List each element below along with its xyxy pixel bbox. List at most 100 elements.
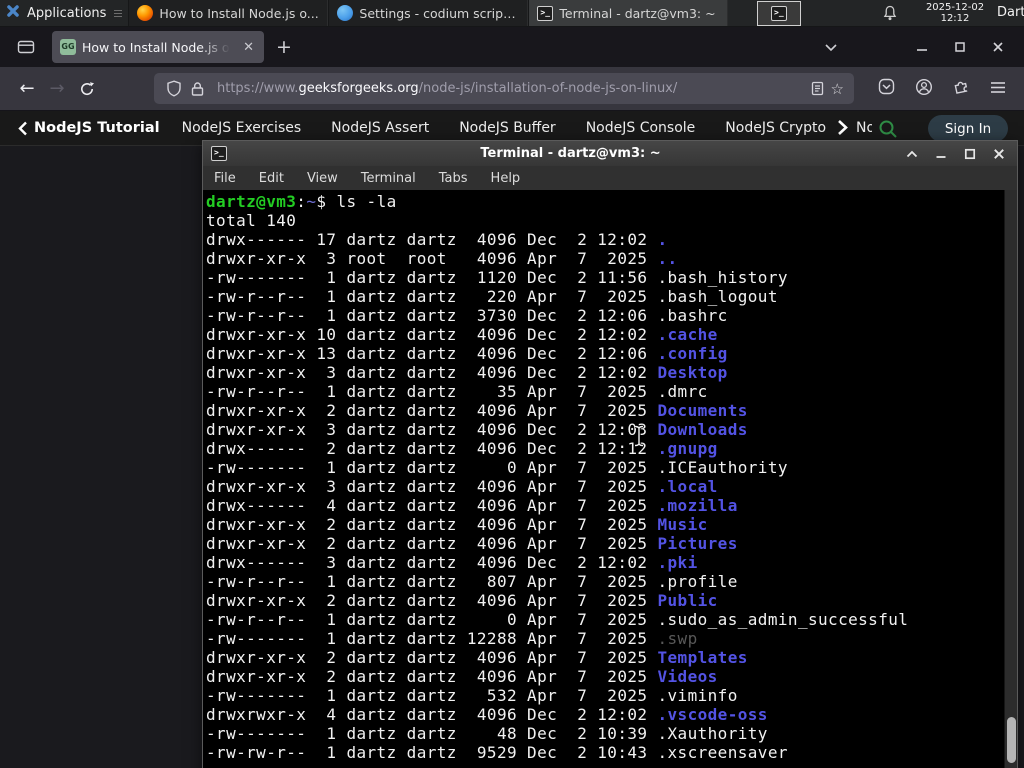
- terminal-scrollbar-thumb[interactable]: [1007, 717, 1016, 763]
- lock-icon[interactable]: [190, 81, 205, 97]
- url-path: /node-js/installation-of-node-js-on-linu…: [418, 81, 678, 96]
- tab-bar: GG How to Install Node.js on ✕ +: [0, 27, 1024, 67]
- file-listing-row: drwx------ 2 dartz dartz 4096 Dec 2 12:1…: [206, 439, 718, 458]
- file-listing-row: drwxr-xr-x 10 dartz dartz 4096 Dec 2 12:…: [206, 325, 718, 344]
- file-name: Downloads: [657, 420, 748, 439]
- terminal-icon: >_: [537, 5, 554, 21]
- bookmark-star-icon[interactable]: ☆: [829, 80, 846, 98]
- file-name: .sudo_as_admin_successful: [657, 610, 909, 629]
- vscodium-icon: [337, 5, 354, 21]
- firefox-view-icon[interactable]: [10, 33, 42, 61]
- file-name: Public: [657, 591, 718, 610]
- list-all-tabs-chevron-icon[interactable]: [824, 43, 838, 52]
- taskbar-label: How to Install Node.js o...: [159, 5, 319, 21]
- url-bar[interactable]: https://www.geeksforgeeks.org/node-js/in…: [154, 73, 854, 104]
- file-listing-row: drwxr-xr-x 3 root root 4096 Apr 7 2025 .…: [206, 249, 678, 268]
- reload-icon[interactable]: [72, 74, 102, 104]
- taskbar-label: Settings - codium script...: [359, 5, 520, 21]
- file-name: .swp: [657, 629, 698, 648]
- nav-back-link[interactable]: NodeJS Tutorial: [18, 120, 160, 136]
- file-name: .local: [657, 477, 718, 496]
- terminal-shade-button[interactable]: [906, 150, 918, 158]
- terminal-maximize-button[interactable]: [964, 148, 976, 160]
- nav-links: NodeJS Exercises NodeJS Assert NodeJS Bu…: [182, 120, 872, 136]
- terminal-minimize-button[interactable]: [935, 148, 947, 159]
- window-close-button[interactable]: [992, 41, 1004, 53]
- back-button[interactable]: ←: [12, 74, 42, 104]
- taskbar-button-terminal[interactable]: >_ Terminal - dartz@vm3: ~: [528, 0, 729, 26]
- pocket-icon[interactable]: [878, 78, 895, 99]
- prompt-user-host: dartz@vm3: [206, 192, 297, 211]
- tab-close-icon[interactable]: ✕: [239, 38, 258, 57]
- applications-label: Applications: [27, 5, 107, 21]
- file-name: Pictures: [657, 534, 738, 553]
- file-listing-row: drwx------ 4 dartz dartz 4096 Apr 7 2025…: [206, 496, 738, 515]
- prompt-command: $ ls -la: [316, 192, 397, 211]
- nav-link[interactable]: NodeJS Console: [586, 120, 696, 136]
- nav-scroll-right-chevron-icon[interactable]: [836, 119, 848, 140]
- file-listing-row: drwxr-xr-x 2 dartz dartz 4096 Apr 7 2025…: [206, 401, 748, 420]
- file-listing-row: drwxrwxr-x 4 dartz dartz 4096 Dec 2 12:0…: [206, 705, 768, 724]
- extensions-icon[interactable]: [953, 78, 970, 99]
- file-listing-row: -rw-r--r-- 1 dartz dartz 0 Apr 7 2025 .s…: [206, 610, 909, 629]
- terminal-scrollbar[interactable]: [1004, 190, 1017, 768]
- file-name: Videos: [657, 667, 718, 686]
- url-text: https://www.geeksforgeeks.org/node-js/in…: [217, 81, 806, 96]
- terminal-icon[interactable]: >_: [211, 146, 227, 161]
- taskbar-button-firefox[interactable]: How to Install Node.js o...: [128, 0, 329, 26]
- nav-link[interactable]: NodeJS DNS: [856, 120, 872, 136]
- panel-user-label[interactable]: Dartz: [997, 5, 1024, 20]
- menu-hamburger-icon[interactable]: [990, 79, 1006, 98]
- prompt-cwd: ~: [306, 192, 317, 211]
- mouse-cursor-ibeam: [632, 424, 646, 452]
- nav-back-label: NodeJS Tutorial: [34, 120, 160, 136]
- account-icon[interactable]: [915, 78, 933, 100]
- terminal-window: >_ Terminal - dartz@vm3: ~ File Edit Vie…: [202, 140, 1018, 768]
- menu-file[interactable]: File: [214, 171, 236, 186]
- panel-handle-icon: [114, 9, 123, 17]
- menu-view[interactable]: View: [307, 171, 338, 186]
- file-name: .gnupg: [657, 439, 718, 458]
- nav-link[interactable]: NodeJS Exercises: [182, 120, 302, 136]
- file-name: .pki: [657, 553, 698, 572]
- nav-link[interactable]: NodeJS Crypto: [725, 120, 826, 136]
- forward-button[interactable]: →: [42, 74, 72, 104]
- prompt-colon: :: [296, 192, 307, 211]
- tray-terminal-launcher[interactable]: >_: [757, 1, 801, 26]
- menu-terminal[interactable]: Terminal: [361, 171, 416, 186]
- file-name: .viminfo: [657, 686, 738, 705]
- file-listing-row: -rw-r--r-- 1 dartz dartz 220 Apr 7 2025 …: [206, 287, 778, 306]
- new-tab-button[interactable]: +: [264, 36, 304, 58]
- terminal-output[interactable]: dartz@vm3:~$ ls -la total 140 drwx------…: [203, 190, 1017, 768]
- reader-view-icon[interactable]: [810, 81, 825, 96]
- applications-menu-button[interactable]: Applications: [0, 0, 128, 26]
- nav-link[interactable]: NodeJS Assert: [331, 120, 429, 136]
- tab-title: How to Install Node.js on: [82, 39, 234, 55]
- file-name: .vscode-oss: [657, 705, 768, 724]
- xubuntu-logo-icon: [5, 3, 21, 23]
- file-listing-row: drwxr-xr-x 2 dartz dartz 4096 Apr 7 2025…: [206, 534, 738, 553]
- menu-edit[interactable]: Edit: [259, 171, 284, 186]
- file-listing-row: drwxr-xr-x 2 dartz dartz 4096 Apr 7 2025…: [206, 667, 718, 686]
- tracking-shield-icon[interactable]: [166, 80, 182, 97]
- notification-bell-icon[interactable]: [882, 5, 898, 26]
- taskbar-button-codium[interactable]: Settings - codium script...: [328, 0, 529, 26]
- nav-link[interactable]: NodeJS Buffer: [459, 120, 556, 136]
- terminal-close-button[interactable]: [993, 148, 1005, 160]
- file-listing-row: -rw-r--r-- 1 dartz dartz 3730 Dec 2 12:0…: [206, 306, 728, 325]
- menu-help[interactable]: Help: [491, 171, 521, 186]
- file-listing-row: drwxr-xr-x 13 dartz dartz 4096 Dec 2 12:…: [206, 344, 728, 363]
- menu-tabs[interactable]: Tabs: [439, 171, 468, 186]
- window-minimize-button[interactable]: [916, 41, 928, 53]
- file-name: .dmrc: [657, 382, 708, 401]
- file-name: .bash_logout: [657, 287, 778, 306]
- clock-time: 12:12: [940, 13, 970, 24]
- panel-clock[interactable]: 2025-12-02 12:12: [918, 2, 992, 24]
- geeksforgeeks-favicon: GG: [60, 39, 76, 55]
- file-name: ..: [657, 249, 678, 268]
- file-listing-row: drwxr-xr-x 3 dartz dartz 4096 Dec 2 12:0…: [206, 363, 728, 382]
- browser-tab[interactable]: GG How to Install Node.js on ✕: [52, 31, 264, 63]
- terminal-title-bar[interactable]: >_ Terminal - dartz@vm3: ~: [203, 141, 1017, 166]
- sign-in-button[interactable]: Sign In: [928, 115, 1008, 142]
- window-maximize-button[interactable]: [954, 41, 966, 53]
